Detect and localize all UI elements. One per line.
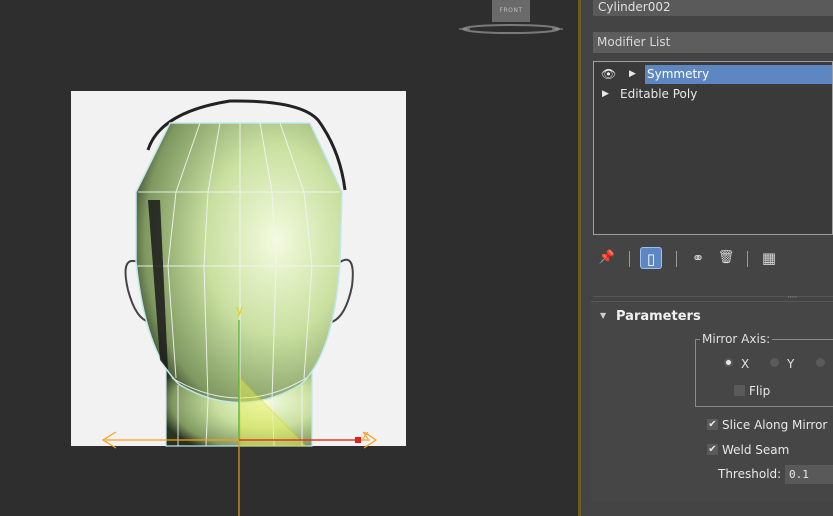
- stack-item-label[interactable]: Editable Poly: [620, 85, 697, 104]
- weld-seam-checkbox[interactable]: ✔: [707, 444, 718, 455]
- toolbar-divider: [629, 251, 630, 267]
- mirror-axis-x-radio[interactable]: [724, 358, 733, 367]
- expand-triangle-icon[interactable]: ▶: [629, 65, 636, 84]
- gizmo-y-label: y: [236, 303, 244, 317]
- mirror-axis-y-label[interactable]: Y: [787, 357, 794, 371]
- flip-checkbox[interactable]: [734, 385, 745, 396]
- object-name-field[interactable]: Cylinder002: [593, 0, 833, 16]
- modifier-list-dropdown[interactable]: Modifier List: [593, 32, 833, 53]
- remove-modifier-icon[interactable]: 🗑: [715, 247, 737, 269]
- mirror-axis-x-label[interactable]: X: [741, 357, 749, 371]
- collapse-triangle-icon[interactable]: ▼: [600, 311, 606, 320]
- modifier-stack-toolbar: 📌 ▯ ⚭ 🗑 ▦: [593, 243, 833, 273]
- stack-item-label[interactable]: Symmetry: [645, 65, 832, 84]
- mirror-axis-label: Mirror Axis:: [700, 332, 773, 346]
- panel-divider: [593, 296, 833, 297]
- configure-sets-icon[interactable]: ▦: [758, 247, 780, 269]
- pin-stack-icon[interactable]: 📌: [596, 247, 618, 269]
- toolbar-divider: [747, 251, 748, 267]
- rollout-title[interactable]: Parameters: [616, 309, 701, 324]
- mirror-axis-z-radio[interactable]: [816, 358, 825, 367]
- head-mesh: [101, 24, 563, 516]
- expand-triangle-icon[interactable]: ▶: [602, 85, 609, 104]
- flip-label[interactable]: Flip: [749, 384, 770, 398]
- show-end-result-icon[interactable]: ▯: [640, 247, 662, 269]
- make-unique-icon[interactable]: ⚭: [687, 247, 709, 269]
- gizmo-x-label: x: [362, 428, 370, 442]
- toolbar-divider: [676, 251, 677, 267]
- modifier-stack[interactable]: 👁 ▶ Symmetry ▶ Editable Poly: [593, 61, 833, 235]
- threshold-label: Threshold:: [718, 467, 782, 481]
- slice-along-mirror-checkbox[interactable]: ✔: [707, 419, 718, 430]
- threshold-input[interactable]: 0.1: [785, 465, 833, 484]
- weld-seam-label[interactable]: Weld Seam: [722, 443, 789, 457]
- viewcube-front-face[interactable]: FRONT: [492, 0, 530, 22]
- stack-item-symmetry[interactable]: 👁 ▶ Symmetry: [596, 65, 832, 84]
- slice-along-mirror-label[interactable]: Slice Along Mirror: [722, 418, 827, 432]
- eye-icon[interactable]: 👁: [601, 65, 616, 84]
- mirror-axis-y-radio[interactable]: [770, 358, 779, 367]
- front-viewport[interactable]: y x FRONT: [0, 0, 578, 516]
